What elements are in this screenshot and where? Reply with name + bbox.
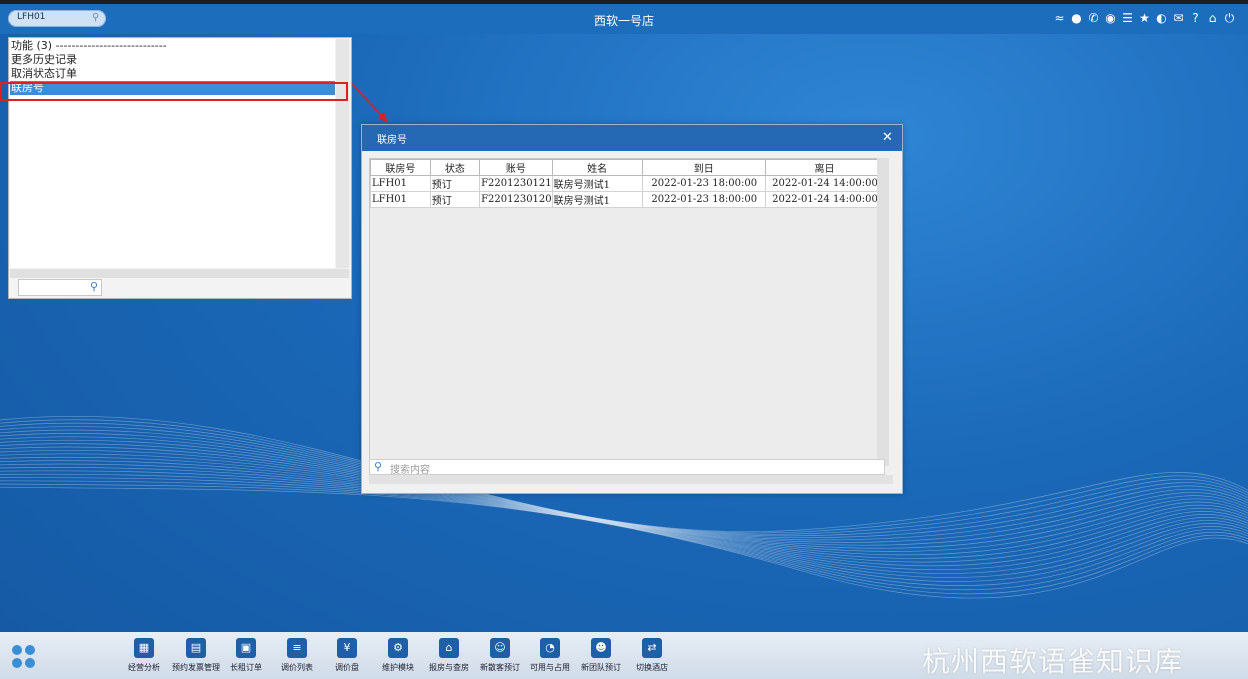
taskbar-label: 新散客预订 <box>480 663 520 672</box>
invoice-icon: ▤ <box>186 638 206 658</box>
annotation-arrow <box>351 83 388 123</box>
home-icon[interactable]: ⌂ <box>1206 10 1219 26</box>
list-item-function-header: 功能 (3) ---------------------------- <box>11 39 167 52</box>
contrast-icon[interactable]: ◐ <box>1155 10 1168 26</box>
mail-icon[interactable]: ✉ <box>1172 10 1185 26</box>
cell-departure: 2022-01-24 14:00:00 <box>764 175 885 192</box>
palette-icon[interactable]: ◉ <box>1104 10 1117 26</box>
cell-account: F2201230120 <box>479 191 553 208</box>
taskbar-button-availability[interactable]: ◔ 可用与占用 <box>524 638 576 673</box>
column-header-departure[interactable]: 离日 <box>764 159 885 176</box>
function-list: 功能 (3) ---------------------------- 更多历史… <box>10 39 335 268</box>
cell-linked-room: LFH01 <box>370 191 431 208</box>
message-icon[interactable]: ● <box>1070 10 1083 26</box>
house-icon: ⌂ <box>439 638 459 658</box>
taskbar-label: 预约发票管理 <box>172 663 220 672</box>
taskbar-button-price-list[interactable]: ≡ 调价列表 <box>271 638 323 673</box>
column-header-arrival[interactable]: 到日 <box>641 159 766 176</box>
pie-icon: ◔ <box>540 638 560 658</box>
taskbar-button-maintenance[interactable]: ⚙ 维护模块 <box>372 638 424 673</box>
wifi-icon[interactable]: ≈ <box>1053 10 1066 26</box>
cell-name: 联房号测试1 <box>551 175 643 192</box>
cell-arrival: 2022-01-23 18:00:00 <box>641 191 766 208</box>
search-icon[interactable]: ⚲ <box>90 280 98 293</box>
taskbar-button-new-group-booking[interactable]: ☻ 新团队预订 <box>575 638 627 673</box>
taskbar-label: 经营分析 <box>128 663 160 672</box>
dialog-search-placeholder: 搜索内容 <box>390 465 430 476</box>
taskbar-button-new-guest-booking[interactable]: ☺ 新散客预订 <box>474 638 526 673</box>
dialog-search-input[interactable]: ⚲ 搜索内容 <box>369 459 885 476</box>
dialog-header: 联房号 ✕ <box>362 125 902 151</box>
linked-room-table: 联房号 状态 账号 姓名 到日 离日 LFH01 预订 F2201230121 … <box>369 158 885 468</box>
phone-icon[interactable]: ✆ <box>1087 10 1100 26</box>
taskbar-label: 维护模块 <box>382 663 414 672</box>
cell-account: F2201230121 <box>479 175 553 192</box>
table-header-row: 联房号 状态 账号 姓名 到日 离日 <box>370 159 885 176</box>
start-menu-icon[interactable] <box>12 645 36 669</box>
cell-status: 预订 <box>429 175 481 192</box>
group-icon: ☻ <box>591 638 611 658</box>
highlight-box <box>0 82 348 101</box>
power-icon[interactable]: ⏻ <box>1223 10 1236 26</box>
top-bar-icons: ≈ ● ✆ ◉ ☰ ★ ◐ ✉ ? ⌂ ⏻ <box>1053 10 1236 26</box>
panel-search-input[interactable]: ⚲ <box>18 279 102 296</box>
bar-chart-icon: ▦ <box>134 638 154 658</box>
close-icon[interactable]: ✕ <box>882 130 893 145</box>
wrench-icon: ⚙ <box>388 638 408 658</box>
taskbar-label: 新团队预订 <box>581 663 621 672</box>
menu-icon[interactable]: ☰ <box>1121 10 1134 26</box>
table-horizontal-scrollbar[interactable] <box>369 475 893 484</box>
cell-linked-room: LFH01 <box>370 175 431 192</box>
linked-room-dialog: 联房号 ✕ 联房号 状态 账号 姓名 到日 离日 LFH01 预订 F22012… <box>361 124 903 494</box>
horizontal-scrollbar[interactable] <box>10 269 349 278</box>
column-header-name[interactable]: 姓名 <box>551 159 643 176</box>
taskbar-button-long-term-orders[interactable]: ▣ 长租订单 <box>220 638 272 673</box>
vertical-scrollbar[interactable] <box>336 39 349 268</box>
column-header-linked-room[interactable]: 联房号 <box>370 159 431 176</box>
taskbar-button-room-check[interactable]: ⌂ 报房与查房 <box>423 638 475 673</box>
cell-status: 预订 <box>429 191 481 208</box>
watermark-text: 杭州西软语雀知识库 <box>922 645 1184 678</box>
taskbar-label: 报房与查房 <box>429 663 469 672</box>
taskbar-label: 可用与占用 <box>530 663 570 672</box>
table-row[interactable]: LFH01 预订 F2201230121 联房号测试1 2022-01-23 1… <box>370 175 885 192</box>
list-item-more-history[interactable]: 更多历史记录 <box>10 53 335 67</box>
desktop: LFH01 ⚲ 西软一号店 ≈ ● ✆ ◉ ☰ ★ ◐ ✉ ? ⌂ ⏻ 功能 (… <box>0 0 1248 679</box>
briefcase-icon: ▣ <box>236 638 256 658</box>
guest-icon: ☺ <box>490 638 510 658</box>
dialog-title: 联房号 <box>377 135 407 146</box>
table-vertical-scrollbar[interactable] <box>877 158 889 466</box>
cell-arrival: 2022-01-23 18:00:00 <box>641 175 766 192</box>
switch-icon: ⇄ <box>642 638 662 658</box>
taskbar-button-switch-hotel[interactable]: ⇄ 切换酒店 <box>626 638 678 673</box>
cell-name: 联房号测试1 <box>551 191 643 208</box>
help-icon[interactable]: ? <box>1189 10 1202 26</box>
taskbar-button-business-analysis[interactable]: ▦ 经营分析 <box>118 638 170 673</box>
price-icon: ¥ <box>337 638 357 658</box>
taskbar-label: 长租订单 <box>230 663 262 672</box>
list-icon: ≡ <box>287 638 307 658</box>
taskbar-button-invoice-management[interactable]: ▤ 预约发票管理 <box>170 638 222 673</box>
search-icon: ⚲ <box>374 460 383 473</box>
column-header-status[interactable]: 状态 <box>429 159 481 176</box>
taskbar-label: 调价盘 <box>335 663 359 672</box>
taskbar-button-price-board[interactable]: ¥ 调价盘 <box>321 638 373 673</box>
cell-departure: 2022-01-24 14:00:00 <box>764 191 885 208</box>
star-icon[interactable]: ★ <box>1138 10 1151 26</box>
table-row[interactable]: LFH01 预订 F2201230120 联房号测试1 2022-01-23 1… <box>370 191 885 208</box>
taskbar-label: 调价列表 <box>281 663 313 672</box>
top-bar: LFH01 ⚲ 西软一号店 ≈ ● ✆ ◉ ☰ ★ ◐ ✉ ? ⌂ ⏻ <box>0 4 1248 34</box>
function-panel: 功能 (3) ---------------------------- 更多历史… <box>8 37 352 299</box>
list-item-cancel-status-order[interactable]: 取消状态订单 <box>10 67 335 81</box>
taskbar-label: 切换酒店 <box>636 663 668 672</box>
column-header-account[interactable]: 账号 <box>479 159 553 176</box>
